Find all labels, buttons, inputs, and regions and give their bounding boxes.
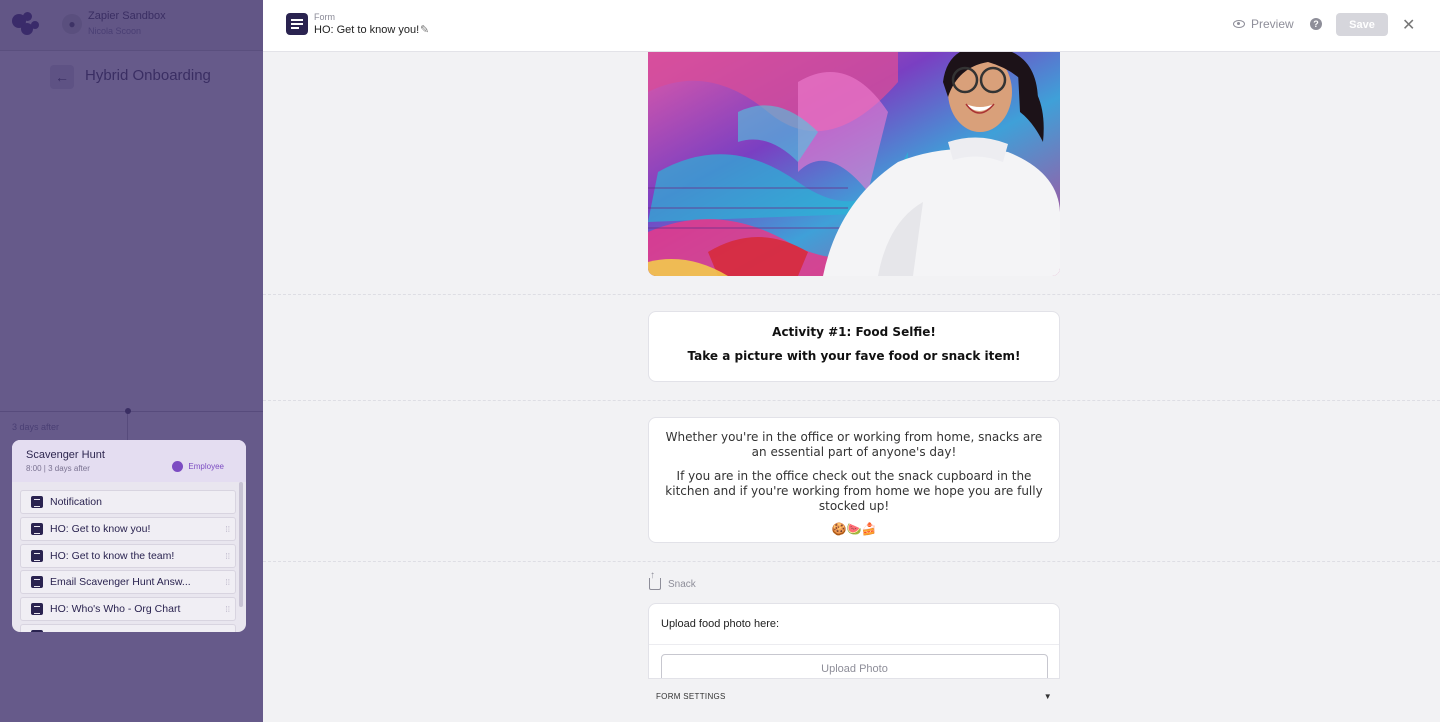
section-divider: [263, 294, 1440, 295]
drag-handle-icon[interactable]: ⁞⁞: [226, 525, 230, 534]
edit-pencil-icon[interactable]: ✎: [420, 23, 429, 36]
save-button[interactable]: Save: [1336, 13, 1388, 36]
delay-label: 3 days after: [12, 422, 60, 432]
form-icon: [31, 522, 43, 535]
content-icon: [31, 603, 43, 616]
step-notification[interactable]: Notification: [20, 490, 236, 514]
activity-title: Activity #1: Food Selfie!: [772, 325, 936, 339]
form-settings-toggle[interactable]: FORM SETTINGS ▼: [648, 678, 1060, 714]
user-avatar-icon: ●: [62, 14, 82, 34]
email-icon: [31, 576, 43, 589]
card-scrollbar[interactable]: [239, 482, 243, 607]
step-org-chart[interactable]: HO: Who's Who - Org Chart ⁞⁞: [20, 597, 236, 622]
step-get-to-know-team[interactable]: HO: Get to know the team! ⁞⁞: [20, 543, 236, 568]
drag-handle-icon[interactable]: ⁞⁞: [226, 578, 230, 587]
account-user: Nicola Scoon: [88, 26, 142, 36]
editor-header: Form HO: Get to know you! ✎ Preview ? Sa…: [263, 0, 1440, 52]
form-editor-panel: Form HO: Get to know you! ✎ Preview ? Sa…: [263, 0, 1440, 722]
eye-icon: [1233, 20, 1245, 28]
header-image: [648, 52, 1060, 276]
step-partial[interactable]: [20, 623, 236, 632]
step-label: HO: Get to know you!: [50, 522, 151, 535]
description-paragraph: Whether you're in the office or working …: [665, 430, 1043, 459]
form-settings-label: FORM SETTINGS: [656, 692, 726, 701]
section-divider: [263, 561, 1440, 562]
step-label: Notification: [50, 496, 102, 508]
step-label: Email Scavenger Hunt Answ...: [50, 576, 191, 589]
step-get-to-know-you[interactable]: HO: Get to know you! ⁞⁞: [20, 516, 236, 541]
close-icon[interactable]: ✕: [1402, 15, 1415, 35]
timeline-node: [125, 408, 131, 414]
scavenger-hunt-card[interactable]: Scavenger Hunt 8:00 | 3 days after Emplo…: [12, 440, 246, 632]
step-email-answers[interactable]: Email Scavenger Hunt Answ... ⁞⁞: [20, 570, 236, 595]
description-paragraph: If you are in the office check out the s…: [665, 469, 1043, 513]
bell-icon: [31, 496, 43, 508]
preview-label: Preview: [1251, 17, 1294, 31]
sidebar-header: ● Zapier Sandbox Nicola Scoon: [0, 0, 263, 51]
form-icon: [31, 549, 43, 562]
description-block[interactable]: Whether you're in the office or working …: [648, 417, 1060, 543]
upload-field-label: Snack: [649, 570, 696, 590]
upload-question: Upload food photo here:: [649, 604, 1059, 645]
form-name: HO: Get to know you!: [314, 24, 420, 36]
activity-subtitle: Take a picture with your fave food or sn…: [687, 349, 1021, 363]
preview-button[interactable]: Preview: [1233, 17, 1294, 31]
assignee-badge: Employee: [172, 461, 224, 472]
flow-title: Hybrid Onboarding: [85, 67, 211, 84]
drag-handle-icon[interactable]: ⁞⁞: [226, 605, 230, 614]
chevron-down-icon: ▼: [1043, 692, 1052, 701]
account-name: Zapier Sandbox: [88, 10, 166, 22]
form-icon: [31, 629, 43, 632]
timeline-connector: [127, 411, 128, 441]
app-logo[interactable]: [12, 12, 40, 36]
back-arrow-icon[interactable]: ←: [50, 65, 74, 89]
step-label: HO: Who's Who - Org Chart: [50, 603, 181, 616]
assignee-label: Employee: [188, 462, 224, 471]
card-header: Scavenger Hunt 8:00 | 3 days after Emplo…: [12, 440, 246, 482]
drag-handle-icon[interactable]: ⁞⁞: [226, 552, 230, 561]
card-title: Scavenger Hunt: [26, 449, 105, 461]
form-type-icon: [286, 13, 308, 35]
form-type-label: Form: [314, 12, 335, 22]
help-icon[interactable]: ?: [1310, 18, 1322, 30]
step-list: Notification HO: Get to know you! ⁞⁞ HO:…: [20, 490, 236, 632]
workflow-sidebar: ● Zapier Sandbox Nicola Scoon ← Hybrid O…: [0, 0, 263, 722]
emoji-row: 🍪🍉🍰: [831, 522, 877, 536]
section-divider: [263, 400, 1440, 401]
activity-heading-block[interactable]: Activity #1: Food Selfie! Take a picture…: [648, 311, 1060, 382]
field-name: Snack: [668, 578, 696, 590]
upload-field-card[interactable]: Upload food photo here: Upload Photo: [648, 603, 1060, 683]
timeline-line: [0, 411, 263, 412]
step-label: HO: Get to know the team!: [50, 549, 175, 562]
upload-icon: [649, 570, 661, 590]
employee-icon: [172, 461, 184, 472]
graffiti-portrait-image: [648, 52, 1060, 276]
